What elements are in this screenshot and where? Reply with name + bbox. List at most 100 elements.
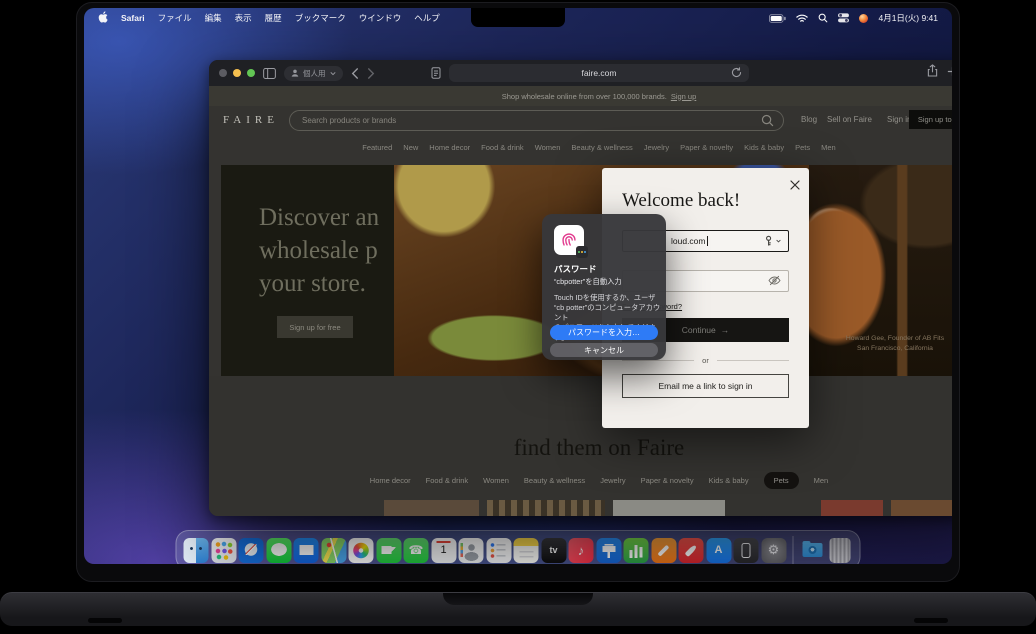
apple-menu-icon[interactable] [98,11,108,25]
zoom-window-button[interactable] [247,69,255,77]
nav-pets[interactable]: Pets [795,143,810,152]
menu-item-file[interactable]: ファイル [158,12,192,24]
nav-beauty[interactable]: Beauty & wellness [571,143,632,152]
dialog-autofill-line: “cbpotter”を自動入力 [554,277,622,287]
faire-logo[interactable]: FAIRE [223,114,279,126]
eye-slash-icon[interactable] [768,275,781,286]
new-tab-icon[interactable] [947,64,952,82]
menu-item-view[interactable]: 表示 [235,12,252,24]
nav-home-decor[interactable]: Home decor [429,143,470,152]
dock-safari-icon[interactable] [239,538,264,563]
dock-pages-icon[interactable] [651,538,676,563]
pill-kids[interactable]: Kids & baby [709,476,749,485]
dock-keynote-icon[interactable] [596,538,621,563]
menu-item-help[interactable]: ヘルプ [414,12,440,24]
dock-tv-icon[interactable]: tv [541,538,566,563]
text-caret [707,236,708,246]
menu-item-history[interactable]: 履歴 [265,12,282,24]
promo-signup-link[interactable]: Sign up [671,92,696,101]
dock-trash-icon[interactable] [830,538,851,563]
dock-launchpad-icon[interactable] [211,538,236,563]
lid-scoop [443,593,593,605]
dock-notes-icon[interactable] [514,538,539,563]
chevron-down-icon [776,239,781,243]
dock-phone-icon[interactable]: ☎ [404,538,429,563]
control-center-icon[interactable] [838,13,849,23]
nav-kids[interactable]: Kids & baby [744,143,784,152]
dock-iphone-mirroring-icon[interactable] [734,538,759,563]
dock-contacts-icon[interactable] [459,538,484,563]
menu-item-window[interactable]: ウインドウ [359,12,402,24]
hero-text-panel: Discover an wholesale p your store. Sign… [221,165,394,376]
dock-messages-icon[interactable] [266,538,291,563]
wifi-icon[interactable] [796,14,808,23]
email-link-button[interactable]: Email me a link to sign in [622,374,789,398]
product-thumbnail[interactable] [487,500,605,516]
nav-featured[interactable]: Featured [362,143,392,152]
pill-paper[interactable]: Paper & novelty [641,476,694,485]
dock-downloads-folder-icon[interactable] [800,538,825,563]
product-thumbnail[interactable] [384,500,479,516]
sidebar-icon[interactable] [263,68,276,79]
pill-pets-selected[interactable]: Pets [764,472,799,489]
close-window-button[interactable] [219,69,227,77]
dock-maps-icon[interactable] [321,538,346,563]
address-bar[interactable]: faire.com [449,64,749,82]
dock-photos-icon[interactable] [349,538,374,563]
nav-new[interactable]: New [403,143,418,152]
forward-icon[interactable] [367,68,375,79]
dock-appstore-icon[interactable]: A [706,538,731,563]
product-thumbnail[interactable] [821,500,883,516]
nav-women[interactable]: Women [535,143,561,152]
nav-jewelry[interactable]: Jewelry [644,143,669,152]
dock-facetime-icon[interactable] [376,538,401,563]
colored-orb-icon[interactable] [859,14,868,23]
close-icon[interactable] [790,177,800,195]
dock-music-icon[interactable]: ♪ [569,538,594,563]
nav-paper[interactable]: Paper & novelty [680,143,733,152]
reload-icon[interactable] [731,67,742,80]
menu-item-edit[interactable]: 編集 [205,12,222,24]
menu-app-name[interactable]: Safari [121,13,145,23]
dock-rocket-icon[interactable] [679,538,704,563]
minimize-window-button[interactable] [233,69,241,77]
dock-finder-icon[interactable] [184,538,209,563]
nav-men[interactable]: Men [821,143,836,152]
battery-icon[interactable] [769,14,786,23]
cancel-button[interactable]: キャンセル [550,343,658,357]
pill-women[interactable]: Women [483,476,509,485]
dock-numbers-icon[interactable] [624,538,649,563]
back-icon[interactable] [351,68,359,79]
pill-jewelry[interactable]: Jewelry [600,476,625,485]
promo-banner-text: Shop wholesale online from over 100,000 … [502,92,667,101]
key-icon[interactable] [764,235,775,246]
enter-password-button[interactable]: パスワードを入力… [550,325,658,340]
sign-in-link[interactable]: Sign in [887,115,911,124]
blog-link[interactable]: Blog [801,115,817,124]
promo-banner: Shop wholesale online from over 100,000 … [209,86,952,106]
product-thumbnail[interactable] [891,500,952,516]
passwords-app-icon [576,246,588,258]
product-thumbnail[interactable] [613,500,725,516]
search-input[interactable]: Search products or brands [289,110,784,131]
sign-up-to-shop-button[interactable]: Sign up to shop [909,110,952,129]
tagline-text: find them on Faire [209,435,952,461]
menu-item-bookmarks[interactable]: ブックマーク [295,12,346,24]
dock-reminders-icon[interactable] [486,538,511,563]
page-icon[interactable] [431,67,441,79]
share-icon[interactable] [927,64,938,82]
dock-calendar-icon[interactable]: 1 [431,538,456,563]
menu-bar-clock[interactable]: 4月1日(火) 9:41 [878,12,938,24]
sign-up-for-free-button[interactable]: Sign up for free [277,316,353,338]
pill-men[interactable]: Men [814,476,829,485]
camera-notch [471,8,565,27]
sell-on-faire-link[interactable]: Sell on Faire [827,115,872,124]
dock-settings-icon[interactable]: ⚙ [761,538,786,563]
pill-food-drink[interactable]: Food & drink [426,476,469,485]
profile-switcher[interactable]: 個人用 [284,66,343,81]
dock-mail-icon[interactable] [294,538,319,563]
pill-beauty[interactable]: Beauty & wellness [524,476,585,485]
nav-food-drink[interactable]: Food & drink [481,143,524,152]
pill-home-decor[interactable]: Home decor [370,476,411,485]
search-icon[interactable] [818,13,828,23]
